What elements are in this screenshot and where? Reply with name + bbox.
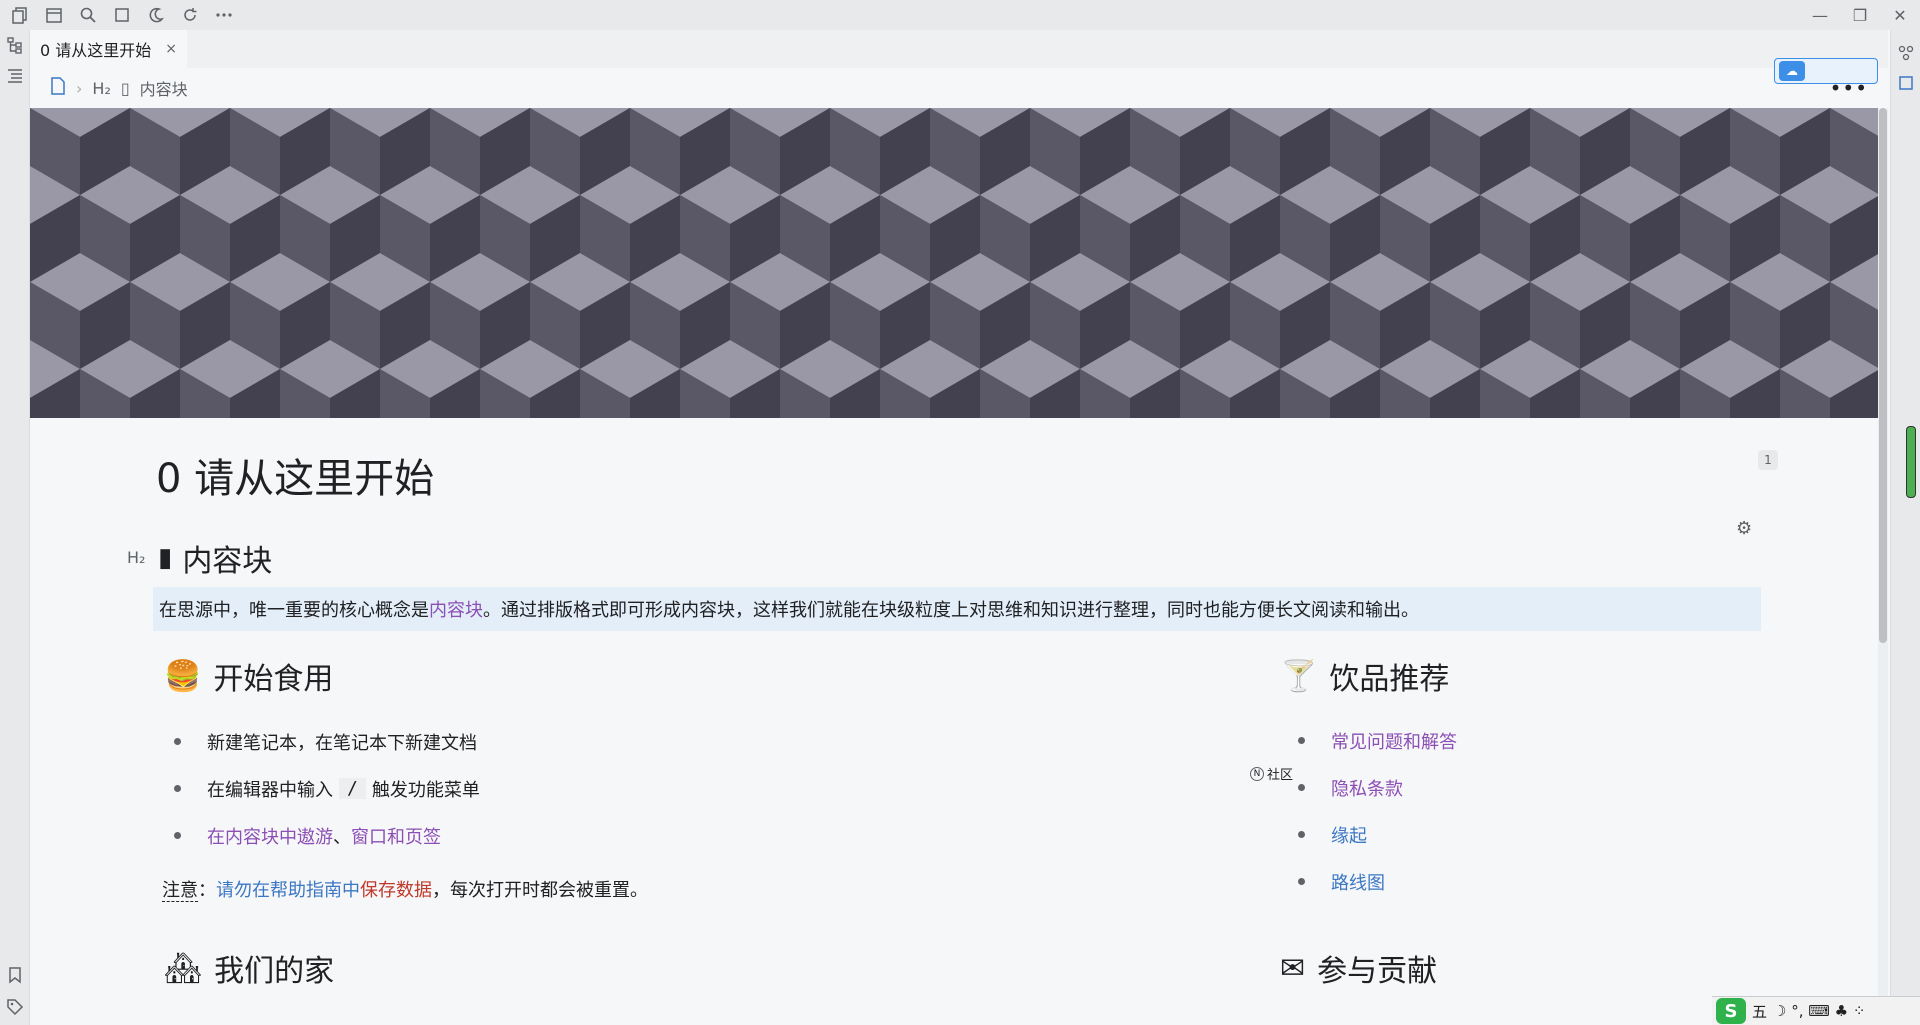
cocktail-icon: 🍸 — [1280, 658, 1318, 694]
start-heading-text: 开始食用 — [213, 662, 334, 697]
note-paragraph[interactable]: 注意：请勿在帮助指南中保存数据，每次打开时都会被重置。 — [162, 876, 648, 902]
file-tree-icon[interactable] — [0, 30, 30, 60]
breadcrumb-item[interactable]: 内容块 — [140, 76, 188, 100]
home-heading[interactable]: 🏘 我们的家 — [164, 946, 334, 990]
minimap-indicator[interactable] — [1906, 426, 1916, 498]
note-colon: ： — [198, 880, 216, 901]
backlink-icon[interactable] — [1891, 68, 1920, 98]
cover-banner[interactable] — [30, 108, 1878, 418]
list-item[interactable]: 新建笔记本，在笔记本下新建文档 — [162, 718, 480, 765]
start-list: 新建笔记本，在笔记本下新建文档 在编辑器中输入 / 触发功能菜单 在内容块中遨游、窗… — [162, 718, 480, 859]
intro-text-before: 在思源中，唯一重要的核心概念是 — [159, 600, 429, 621]
chevron-right-icon: › — [76, 78, 83, 98]
link-roadmap[interactable]: 路线图 — [1331, 869, 1385, 895]
ime-items[interactable]: ☽ °, ⌨ ♣ ⁘ — [1773, 1002, 1865, 1020]
list-item[interactable]: 在内容块中遨游、窗口和页签 — [162, 812, 480, 859]
tab-title: 0 请从这里开始 — [40, 41, 152, 60]
page-title[interactable]: 0 请从这里开始 — [156, 446, 434, 504]
file-icon[interactable] — [50, 77, 66, 99]
community-mark-icon: N — [1250, 766, 1264, 781]
graph-icon[interactable] — [1891, 38, 1920, 68]
cube-pattern — [30, 108, 1878, 418]
house-icon: 🏘 — [164, 950, 203, 986]
link-windows-tabs[interactable]: 窗口和页签 — [351, 823, 441, 849]
more-icon[interactable] — [210, 1, 238, 29]
contribute-heading[interactable]: ✉ 参与贡献 — [1280, 946, 1437, 990]
separator: 、 — [333, 826, 351, 848]
gear-icon[interactable]: ⚙ — [1736, 518, 1752, 539]
ime-toolbar[interactable]: S 五 ☽ °, ⌨ ♣ ⁘ — [1712, 996, 1920, 1025]
breadcrumb: › H₂ ▯ 内容块 ••• — [30, 68, 1878, 108]
outline-icon[interactable] — [0, 60, 30, 90]
tag-icon[interactable] — [0, 992, 30, 1022]
note-red-text: 保存数据 — [360, 880, 432, 901]
restore-icon[interactable]: ❐ — [1840, 0, 1880, 30]
list-item-text: 在编辑器中输入 — [207, 779, 333, 801]
list-item[interactable]: 路线图 — [1286, 858, 1457, 905]
intro-paragraph[interactable]: 在思源中，唯一重要的核心概念是 内容块 。通过排版格式即可形成内容块，这样我们就能在… — [153, 587, 1761, 631]
slash-key: / — [339, 778, 366, 799]
list-item[interactable]: 隐私条款 — [1286, 764, 1457, 811]
drinks-list: 常见问题和解答 隐私条款 缘起 路线图 — [1286, 717, 1457, 905]
note-rest: ，每次打开时都会被重置。 — [432, 880, 648, 901]
envelope-icon: ✉ — [1280, 950, 1306, 986]
block-count-badge[interactable]: 1 — [1758, 450, 1778, 470]
link-privacy[interactable]: 隐私条款 — [1331, 775, 1403, 801]
home-heading-text: 我们的家 — [214, 954, 335, 989]
tab-bar: 0 请从这里开始 × ☁ — [30, 30, 1888, 84]
minimize-icon[interactable]: — — [1800, 0, 1840, 30]
tab-close-icon[interactable]: × — [165, 41, 177, 57]
scrollbar-thumb[interactable] — [1879, 108, 1887, 643]
right-dock — [1890, 30, 1920, 1025]
list-item-text: 触发功能菜单 — [371, 779, 480, 801]
list-item-text: 新建笔记本，在笔记本下新建文档 — [207, 732, 477, 754]
more-options-icon[interactable]: ••• — [1830, 76, 1868, 100]
editor-content: 0 请从这里开始 1 H₂ ▮ 内容块 ⚙ 在思源中，唯一重要的核心概念是 内容块… — [30, 418, 1878, 1025]
link-roam-blocks[interactable]: 在内容块中遨游 — [207, 823, 333, 849]
note-label: 注意 — [162, 880, 198, 902]
sync-icon[interactable] — [176, 1, 204, 29]
start-heading[interactable]: 🍔 开始食用 — [164, 654, 333, 698]
square-icon[interactable] — [108, 1, 136, 29]
burger-icon: 🍔 — [164, 658, 202, 694]
breadcrumb-heading-tag: H₂ — [92, 78, 111, 98]
top-toolbar: — ❐ ✕ — [0, 0, 1920, 30]
list-item[interactable]: 缘起 — [1286, 811, 1457, 858]
drinks-heading-text: 饮品推荐 — [1329, 662, 1450, 697]
close-window-icon[interactable]: ✕ — [1880, 0, 1920, 30]
search-icon[interactable] — [74, 1, 102, 29]
section-heading-text: 内容块 — [182, 544, 273, 579]
list-item[interactable]: 在编辑器中输入 / 触发功能菜单 — [162, 765, 480, 812]
contribute-heading-text: 参与贡献 — [1317, 954, 1438, 989]
breadcrumb-block-icon: ▯ — [120, 78, 130, 98]
block-icon: ▮ — [158, 543, 173, 573]
link-faq[interactable]: 常见问题和解答 — [1331, 728, 1457, 754]
ime-mode[interactable]: 五 — [1752, 1001, 1767, 1022]
ime-logo-icon[interactable]: S — [1716, 998, 1746, 1024]
copy-icon[interactable] — [6, 1, 34, 29]
note-blue-text: 请勿在帮助指南中 — [216, 880, 360, 901]
list-item[interactable]: 常见问题和解答 — [1286, 717, 1457, 764]
heading-gutter-tag[interactable]: H₂ — [127, 548, 145, 567]
intro-text-after: 。通过排版格式即可形成内容块，这样我们就能在块级粒度上对思维和知识进行整理，同时… — [483, 600, 1419, 621]
intro-link[interactable]: 内容块 — [429, 596, 483, 622]
calendar-icon[interactable] — [40, 1, 68, 29]
tab-start-here[interactable]: 0 请从这里开始 × — [30, 30, 188, 68]
bookmark-icon[interactable] — [0, 960, 30, 990]
section-heading[interactable]: ▮ 内容块 — [158, 536, 272, 580]
drinks-heading[interactable]: 🍸 饮品推荐 — [1280, 654, 1449, 698]
left-dock — [0, 30, 30, 1025]
moon-icon[interactable] — [142, 1, 170, 29]
link-origin[interactable]: 缘起 — [1331, 822, 1367, 848]
